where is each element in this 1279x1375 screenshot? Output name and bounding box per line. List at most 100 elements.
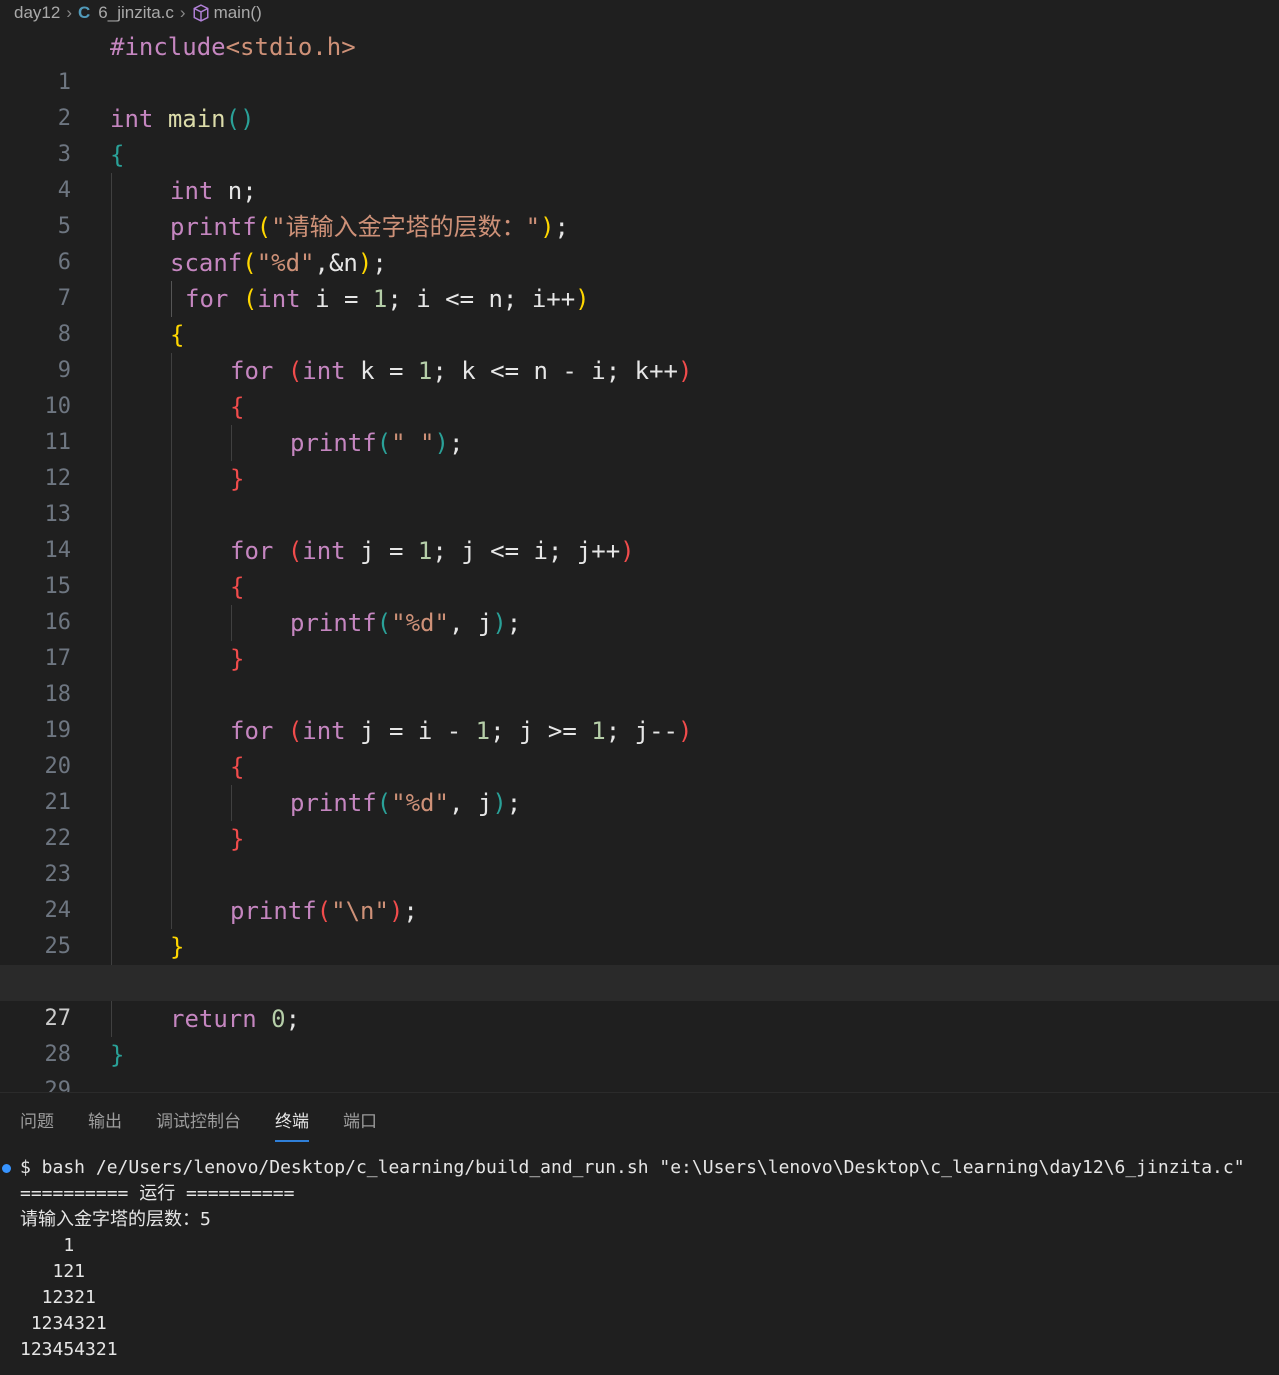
code-token: { xyxy=(230,753,245,781)
terminal-line: 12321 xyxy=(20,1287,96,1308)
code-token: ; xyxy=(448,429,464,457)
code-line[interactable]: 21 { xyxy=(0,749,1279,815)
code-token: k = xyxy=(345,357,418,385)
tab-terminal[interactable]: 终端 xyxy=(275,1101,309,1142)
code-line[interactable]: 3 int main() xyxy=(0,101,1279,167)
code-line[interactable]: 28 return 0; xyxy=(0,1001,1279,1067)
code-token: 1 xyxy=(417,357,433,385)
code-token: int xyxy=(302,717,346,745)
code-line[interactable]: 19 xyxy=(0,677,1279,743)
c-file-icon: C xyxy=(78,3,91,22)
terminal-line: ========== 运行 ========== xyxy=(20,1183,295,1204)
code-token: ; xyxy=(403,897,418,925)
code-token: ( xyxy=(287,717,303,745)
code-token: ; k <= n - i; k++ xyxy=(432,357,678,385)
breadcrumb-symbol[interactable]: main() xyxy=(214,3,262,23)
code-line[interactable]: 17 printf("%d", j); xyxy=(0,605,1279,671)
code-line[interactable]: 12 printf(" "); xyxy=(0,425,1279,491)
code-token: } xyxy=(230,465,245,493)
code-line[interactable]: 13 } xyxy=(0,461,1279,527)
tab-ports[interactable]: 端口 xyxy=(343,1101,377,1138)
code-token: ( xyxy=(242,249,257,277)
code-token: printf xyxy=(290,429,377,457)
terminal-line: 121 xyxy=(20,1261,86,1282)
code-line[interactable]: 26 } xyxy=(0,929,1279,995)
code-line[interactable]: 1 #include<stdio.h> xyxy=(0,29,1279,95)
code-token: ; j >= xyxy=(490,717,592,745)
code-token: ) xyxy=(620,537,635,565)
code-line[interactable]: 20 for (int j = i - 1; j >= 1; j--) xyxy=(0,713,1279,779)
tab-debug-console[interactable]: 调试控制台 xyxy=(156,1101,241,1138)
code-token: 0 xyxy=(271,1005,286,1033)
code-token: } xyxy=(230,645,245,673)
code-token: } xyxy=(170,933,185,961)
code-line[interactable]: 15 for (int j = 1; j <= i; j++) xyxy=(0,533,1279,599)
code-token: ; xyxy=(285,1005,301,1033)
code-line-current[interactable]: 27 xyxy=(0,965,1279,1031)
code-token: ; xyxy=(372,249,387,277)
code-token: printf xyxy=(290,609,377,637)
code-token: ( xyxy=(287,537,303,565)
code-line[interactable]: 8 for (int i = 1; i <= n; i++) xyxy=(0,281,1279,347)
code-token: " " xyxy=(391,429,435,457)
breadcrumb-folder[interactable]: day12 xyxy=(14,3,60,23)
code-token: { xyxy=(230,393,245,421)
terminal-line: 请输入金字塔的层数：5 xyxy=(20,1209,211,1230)
terminal-output[interactable]: $ bash /e/Users/lenovo/Desktop/c_learnin… xyxy=(20,1155,1245,1363)
code-token: 1 xyxy=(417,537,433,565)
code-token: "请输入金字塔的层数：" xyxy=(271,213,541,241)
chevron-right-icon: › xyxy=(66,3,72,22)
code-line[interactable]: 11 { xyxy=(0,389,1279,455)
code-token: scanf xyxy=(170,249,243,277)
code-token: main xyxy=(167,105,226,133)
code-token: ( xyxy=(376,609,392,637)
code-token: <stdio.h> xyxy=(225,33,356,61)
code-token: ; j-- xyxy=(605,717,678,745)
code-token: } xyxy=(230,825,245,853)
code-token: j = i - xyxy=(345,717,476,745)
terminal-line: $ bash /e/Users/lenovo/Desktop/c_learnin… xyxy=(20,1157,1245,1178)
code-line[interactable]: 16 { xyxy=(0,569,1279,635)
code-line[interactable]: 22 printf("%d", j); xyxy=(0,785,1279,851)
code-line[interactable]: 29 } xyxy=(0,1037,1279,1103)
code-token: 1 xyxy=(372,285,388,313)
code-token: int xyxy=(110,105,154,133)
code-token: #include xyxy=(110,33,226,61)
tab-problems[interactable]: 问题 xyxy=(20,1101,54,1138)
bottom-panel: 问题 输出 调试控制台 终端 端口 $ bash /e/Users/lenovo… xyxy=(0,1092,1279,1375)
code-line[interactable]: 24 xyxy=(0,857,1279,923)
code-line[interactable]: 14 xyxy=(0,497,1279,563)
code-token: "%d" xyxy=(391,609,449,637)
code-line[interactable]: 7 scanf("%d",&n); xyxy=(0,245,1279,311)
code-token: ; j <= i; j++ xyxy=(432,537,621,565)
code-token: ( xyxy=(225,105,241,133)
code-token: ( xyxy=(376,789,392,817)
code-token: "%d" xyxy=(256,249,315,277)
terminal-line: 1234321 xyxy=(20,1313,107,1334)
code-line[interactable]: 23 } xyxy=(0,821,1279,887)
tab-output[interactable]: 输出 xyxy=(88,1101,122,1138)
code-token: 1 xyxy=(591,717,606,745)
code-editor[interactable]: 1 #include<stdio.h> 2 3 int main() 4 { 5… xyxy=(0,29,1279,1103)
command-status-dot-icon[interactable] xyxy=(2,1164,11,1173)
code-token: "%d" xyxy=(391,789,449,817)
code-line[interactable]: 9 { xyxy=(0,317,1279,383)
method-cube-icon xyxy=(193,4,209,22)
code-token: ; xyxy=(554,213,569,241)
code-line[interactable]: 25 printf("\n"); xyxy=(0,893,1279,959)
terminal-line: 1 xyxy=(20,1235,75,1256)
code-token: ) xyxy=(388,897,404,925)
code-token: ( xyxy=(242,285,258,313)
breadcrumb-file[interactable]: 6_jinzita.c xyxy=(98,3,174,23)
code-line[interactable]: 10 for (int k = 1; k <= n - i; k++) xyxy=(0,353,1279,419)
code-token: j = xyxy=(345,537,418,565)
code-line[interactable]: 18 } xyxy=(0,641,1279,707)
code-token: int xyxy=(170,177,214,205)
code-token: ) xyxy=(240,105,255,133)
code-token: ) xyxy=(677,717,693,745)
code-line[interactable]: 2 xyxy=(0,65,1279,131)
code-line[interactable]: 4 { xyxy=(0,137,1279,203)
code-line[interactable]: 6 printf("请输入金字塔的层数："); xyxy=(0,209,1279,275)
breadcrumb: day12 › C 6_jinzita.c › main() xyxy=(0,0,1279,26)
code-line[interactable]: 5 int n; xyxy=(0,173,1279,239)
